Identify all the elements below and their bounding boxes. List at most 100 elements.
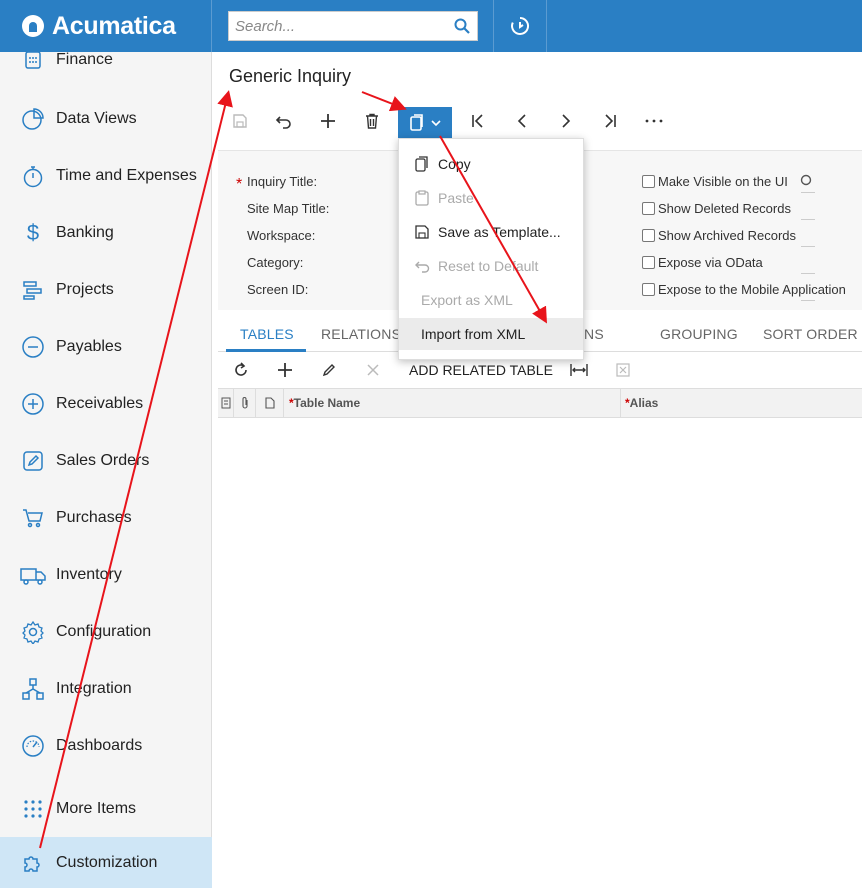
save-button[interactable] [223,104,257,138]
plus-icon [278,363,292,377]
sidebar-item-dashboards[interactable]: Dashboards [0,721,212,771]
search-box[interactable] [228,11,478,41]
sidebar-item-sales-orders[interactable]: Sales Orders [0,436,212,486]
lookup-icon[interactable] [799,173,815,189]
sidebar-item-finance[interactable]: Finance [0,35,212,85]
sidebar-item-time-expenses[interactable]: Time and Expenses [0,151,212,201]
save-icon [415,225,433,239]
logo-icon [22,15,44,37]
minus-circle-icon [20,334,46,360]
gear-icon [20,619,46,645]
sidebar-item-configuration[interactable]: Configuration [0,607,212,657]
chevron-right-icon [562,114,571,128]
sidebar-item-projects[interactable]: Projects [0,265,212,315]
sidebar-item-label: Data Views [56,110,137,127]
notes-column [256,389,284,417]
menu-item-import-xml[interactable]: Import from XML [399,318,583,350]
refresh-icon [235,362,247,376]
sidebar-item-more-items[interactable]: More Items [0,784,212,834]
sidebar-item-label: Integration [56,680,132,697]
make-visible-checkbox[interactable]: Make Visible on the UI [642,174,788,189]
field-underline [801,192,815,193]
search-input[interactable] [235,17,449,35]
paperclip-icon [241,397,248,409]
delete-button[interactable] [355,104,389,138]
gauge-icon [20,733,46,759]
export-excel-button[interactable] [610,358,636,382]
sidebar-item-inventory[interactable]: Inventory [0,550,212,600]
menu-item-label: Export as XML [421,292,513,308]
tab-tables[interactable]: TABLES [240,326,294,342]
copy-icon [415,156,433,172]
refresh-button[interactable] [228,358,254,382]
recent-history-button[interactable] [493,0,547,52]
sidebar-item-integration[interactable]: Integration [0,664,212,714]
sidebar-item-label: Customization [56,853,158,871]
sidebar-item-payables[interactable]: Payables [0,322,212,372]
checkbox-box[interactable] [642,175,655,188]
sidebar-item-customization[interactable]: Customization [0,837,212,888]
trash-icon [366,113,378,129]
sidebar-item-label: Purchases [56,509,132,526]
tab-sort-order[interactable]: SORT ORDER [763,326,858,342]
undo-button[interactable] [267,104,301,138]
site-map-title-label: Site Map Title: [247,201,330,216]
sidebar-item-receivables[interactable]: Receivables [0,379,212,429]
note-icon [264,397,275,409]
sidebar-item-data-views[interactable]: Data Views [0,94,212,144]
checkbox-label: Expose to the Mobile Application [658,282,846,297]
next-record-button[interactable] [549,104,583,138]
chevron-down-icon [431,119,441,126]
add-button[interactable] [311,104,345,138]
tab-grouping[interactable]: GROUPING [660,326,738,342]
search-icon[interactable] [453,17,471,35]
stopwatch-icon [20,163,46,189]
checkbox-box[interactable] [642,283,655,296]
table-name-header[interactable]: *Table Name [289,396,360,410]
menu-item-copy[interactable]: Copy [399,148,583,180]
menu-item-save-as-template[interactable]: Save as Template... [399,216,583,248]
show-deleted-checkbox[interactable]: Show Deleted Records [642,201,791,216]
expose-mobile-checkbox[interactable]: Expose to the Mobile Application [642,282,846,297]
checkbox-box[interactable] [642,202,655,215]
menu-item-paste[interactable]: Paste [399,182,583,214]
checkbox-box[interactable] [642,256,655,269]
expose-odata-checkbox[interactable]: Expose via OData [642,255,763,270]
sidebar-item-purchases[interactable]: Purchases [0,493,212,543]
pencil-box-icon [20,448,46,474]
show-archived-checkbox[interactable]: Show Archived Records [642,228,796,243]
menu-item-label: Save as Template... [438,224,561,240]
network-icon [20,676,46,702]
sidebar-item-label: Payables [56,338,122,355]
sidebar-item-label: Receivables [56,395,144,412]
add-row-button[interactable] [272,358,298,382]
menu-item-label: Copy [438,156,471,172]
puzzle-icon [20,850,46,876]
last-record-button[interactable] [593,104,627,138]
checkbox-label: Show Archived Records [658,228,797,243]
edit-row-button[interactable] [316,358,342,382]
alias-header[interactable]: *Alias [625,396,658,410]
fit-columns-button[interactable] [566,358,592,382]
sidebar-item-label: Inventory [56,566,122,583]
clipboard-menu-button[interactable] [398,107,452,138]
more-horizontal-icon [645,119,663,123]
sidebar-item-banking[interactable]: $ Banking [0,208,212,258]
more-actions-button[interactable] [637,104,671,138]
inquiry-title-label: Inquiry Title: [247,174,318,189]
previous-record-button[interactable] [505,104,539,138]
checkbox-box[interactable] [642,229,655,242]
page-title: Generic Inquiry [229,66,352,86]
first-record-button[interactable] [461,104,495,138]
field-underline [801,246,815,247]
dollar-icon: $ [26,220,40,245]
pencil-icon [322,364,335,377]
menu-item-reset-to-default[interactable]: Reset to Default [399,250,583,282]
field-underline [801,273,815,274]
tab-relations[interactable]: RELATIONS [321,326,401,342]
delete-row-button[interactable] [360,358,386,382]
first-icon [472,114,483,128]
fit-width-icon [570,364,588,376]
add-related-table-button[interactable]: ADD RELATED TABLE [409,362,553,378]
menu-item-export-xml[interactable]: Export as XML [399,284,583,316]
